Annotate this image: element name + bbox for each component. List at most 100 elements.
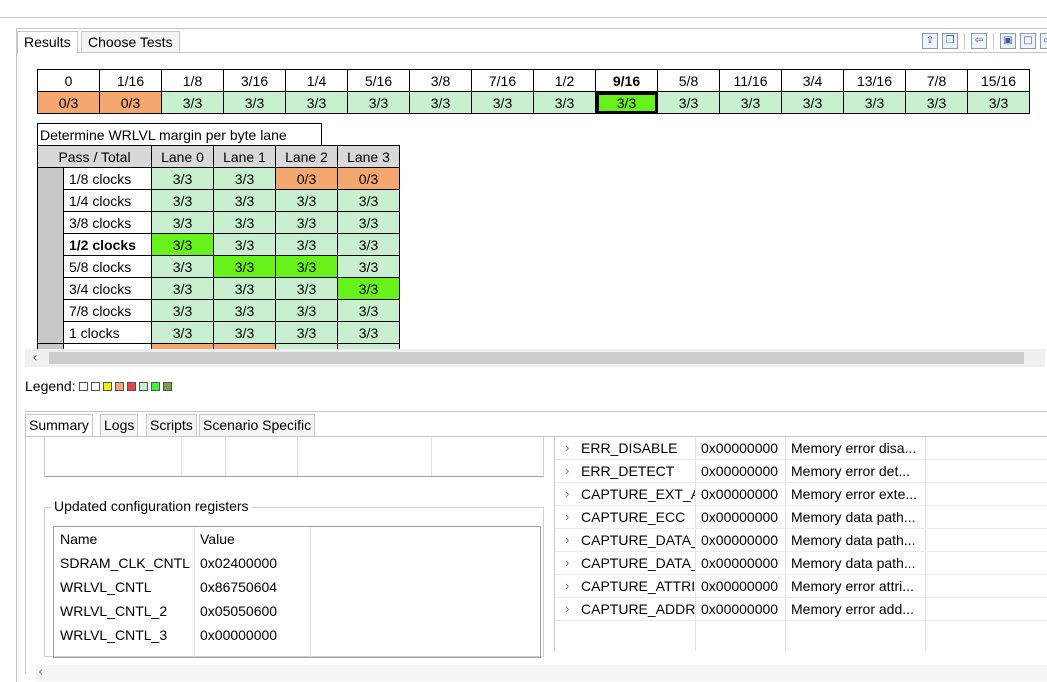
scroll-left-icon[interactable]: ‹ [38, 665, 43, 681]
config-col-name[interactable]: Name [60, 527, 97, 551]
lane-cell[interactable]: 3/3 [337, 277, 400, 300]
minimize-icon[interactable]: ▭ [1040, 33, 1047, 49]
back-icon[interactable]: ⇦ [971, 33, 987, 49]
lane-cell[interactable]: 3/3 [275, 277, 338, 300]
tab-scenario-specific[interactable]: Scenario Specific [199, 414, 316, 436]
fraction-value-cell[interactable]: 3/3 [409, 91, 472, 114]
error-register-value: 0x00000000 [701, 440, 779, 456]
main-tab-row: Results Choose Tests ⇪ ❐ ⇦ ▣ □ ▭ [17, 29, 1047, 54]
fraction-header-cell: 13/16 [843, 69, 906, 92]
lane-cell[interactable]: 3/3 [151, 233, 214, 256]
error-register-row[interactable]: › CAPTURE_ADDRE 0x00000000 Memory error add… [555, 598, 1047, 621]
fraction-value-cell[interactable]: 3/3 [471, 91, 534, 114]
fraction-value-cell[interactable]: 3/3 [781, 91, 844, 114]
fraction-value-cell[interactable]: 3/3 [161, 91, 224, 114]
fraction-value-cell[interactable]: 3/3 [905, 91, 968, 114]
summary-horizontal-scrollbar[interactable]: ‹ [36, 665, 1047, 681]
config-registers-table: Name Value SDRAM_CLK_CNTL 0x02400000 WRLVL… [53, 526, 541, 658]
lane-cell[interactable]: 3/3 [213, 211, 276, 234]
lane-cell[interactable]: 3/3 [275, 299, 338, 322]
lane-cell[interactable]: 3/3 [213, 167, 276, 190]
error-register-desc: Memory data path... [791, 532, 916, 548]
restore-icon[interactable]: □ [1020, 33, 1036, 49]
fraction-value-cell[interactable]: 3/3 [347, 91, 410, 114]
lane-row-label: 3/8 clocks [63, 211, 152, 234]
results-horizontal-scrollbar[interactable]: ‹ [25, 349, 1045, 367]
lane-cell[interactable]: 3/3 [275, 189, 338, 212]
expand-chevron-icon[interactable]: › [565, 552, 569, 574]
lane-cell[interactable]: 3/3 [151, 167, 214, 190]
lane-cell[interactable]: 3/3 [151, 321, 214, 344]
copy-icon[interactable]: ❐ [942, 33, 958, 49]
lane-cell[interactable]: 3/3 [213, 255, 276, 278]
lane-cell[interactable]: 3/3 [151, 189, 214, 212]
expand-chevron-icon[interactable]: › [565, 575, 569, 597]
lane-cell[interactable]: 3/3 [213, 233, 276, 256]
config-value: 0x02400000 [200, 555, 278, 571]
scroll-thumb[interactable] [49, 352, 1024, 364]
expand-chevron-icon[interactable]: › [565, 460, 569, 482]
config-row[interactable]: WRLVL_CNTL 0x86750604 [54, 575, 540, 599]
config-row[interactable]: WRLVL_CNTL_3 0x00000000 [54, 623, 540, 647]
lane-cell[interactable]: 3/3 [337, 321, 400, 344]
error-register-row[interactable]: › CAPTURE_EXT_AD 0x00000000 Memory error ex… [555, 483, 1047, 506]
fraction-value-cell[interactable]: 3/3 [843, 91, 906, 114]
tab-logs[interactable]: Logs [100, 414, 139, 436]
lane-cell[interactable]: 3/3 [337, 189, 400, 212]
tab-scripts[interactable]: Scripts [146, 414, 197, 436]
summary-left-pane: Updated configuration registers Name Val… [36, 437, 544, 658]
legend-swatch-dark-green [162, 381, 172, 391]
lane-cell[interactable]: 3/3 [275, 321, 338, 344]
fraction-value-cell[interactable]: 3/3 [719, 91, 782, 114]
tab-choose-tests[interactable]: Choose Tests [81, 31, 180, 52]
fraction-value-cell[interactable]: 0/3 [37, 91, 100, 114]
lane-cell[interactable]: 3/3 [213, 299, 276, 322]
lane-cell[interactable]: 3/3 [275, 211, 338, 234]
lane-cell[interactable]: 0/3 [275, 167, 338, 190]
lane-cell[interactable]: 3/3 [213, 189, 276, 212]
column-divider [297, 437, 298, 476]
error-register-name: ERR_DETECT [581, 463, 675, 479]
fraction-value-cell[interactable]: 3/3 [285, 91, 348, 114]
tab-summary[interactable]: Summary [25, 414, 93, 436]
lane-cell[interactable]: 3/3 [275, 233, 338, 256]
lane-cell[interactable]: 3/3 [337, 299, 400, 322]
expand-chevron-icon[interactable]: › [565, 483, 569, 505]
tab-results[interactable]: Results [17, 31, 78, 54]
lane-row: 7/8 clocks 3/3 3/3 3/3 3/3 [37, 299, 400, 322]
lane-cell[interactable]: 3/3 [213, 277, 276, 300]
config-row[interactable]: WRLVL_CNTL_2 0x05050600 [54, 599, 540, 623]
lane-cell[interactable]: 3/3 [337, 255, 400, 278]
error-register-row[interactable]: › CAPTURE_ECC 0x00000000 Memory data path..… [555, 506, 1047, 529]
lane-cell[interactable]: 3/3 [151, 299, 214, 322]
expand-chevron-icon[interactable]: › [565, 506, 569, 528]
lane-cell[interactable]: 3/3 [151, 211, 214, 234]
error-register-row[interactable]: › CAPTURE_DATA_I 0x00000000 Memory data pat… [555, 552, 1047, 575]
export-icon[interactable]: ⇪ [922, 33, 938, 49]
lane-cell[interactable]: 3/3 [213, 321, 276, 344]
error-register-row[interactable]: › CAPTURE_DATA_I 0x00000000 Memory data pat… [555, 529, 1047, 552]
lane-cell[interactable]: 3/3 [337, 233, 400, 256]
config-col-value[interactable]: Value [200, 527, 235, 551]
expand-chevron-icon[interactable]: › [565, 437, 569, 459]
lane-cell[interactable]: 3/3 [275, 255, 338, 278]
expand-chevron-icon[interactable]: › [565, 529, 569, 551]
maximize-icon[interactable]: ▣ [1000, 33, 1016, 49]
error-register-row[interactable]: › ERR_DETECT 0x00000000 Memory error det... [555, 460, 1047, 483]
error-register-row[interactable]: › ERR_DISABLE 0x00000000 Memory error disa.… [555, 437, 1047, 460]
error-register-row[interactable]: › CAPTURE_ATTRIB 0x00000000 Memory error at… [555, 575, 1047, 598]
expand-chevron-icon[interactable]: › [565, 598, 569, 620]
fraction-value-cell[interactable]: 3/3 [595, 91, 658, 114]
lane-cell[interactable]: 3/3 [151, 255, 214, 278]
fraction-value-cell[interactable]: 3/3 [967, 91, 1030, 114]
fraction-value-cell[interactable]: 3/3 [223, 91, 286, 114]
config-row[interactable]: SDRAM_CLK_CNTL 0x02400000 [54, 551, 540, 575]
lane-cell[interactable]: 3/3 [151, 277, 214, 300]
fraction-value-cell[interactable]: 3/3 [657, 91, 720, 114]
fraction-value-cell[interactable]: 3/3 [533, 91, 596, 114]
fraction-value-cell[interactable]: 0/3 [99, 91, 162, 114]
scroll-left-icon[interactable]: ‹ [25, 349, 45, 367]
fraction-header-cell: 7/8 [905, 69, 968, 92]
lane-cell[interactable]: 0/3 [337, 167, 400, 190]
lane-cell[interactable]: 3/3 [337, 211, 400, 234]
